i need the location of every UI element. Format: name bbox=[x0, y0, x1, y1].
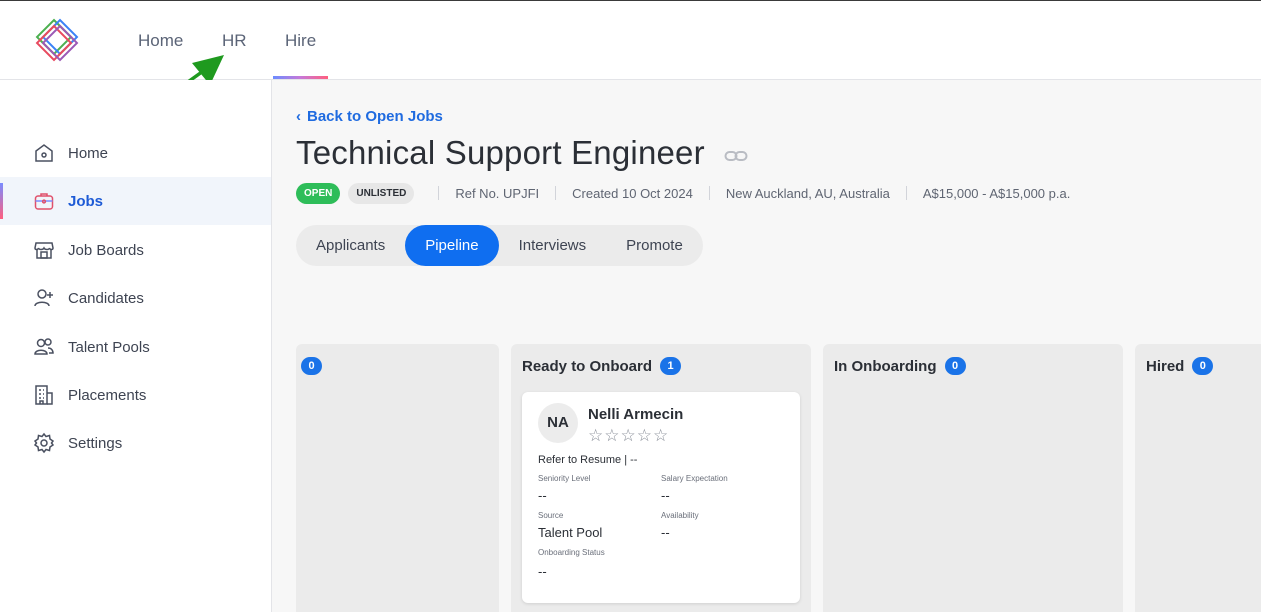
column-count-badge: 0 bbox=[1192, 357, 1214, 375]
briefcase-icon bbox=[34, 193, 54, 210]
status-badge: OPEN bbox=[296, 182, 341, 204]
ref-number: Ref No. UPJFI bbox=[455, 185, 540, 201]
job-meta-row: OPEN UNLISTED Ref No. UPJFI Created 10 O… bbox=[296, 181, 1070, 205]
candidate-name: Nelli Armecin bbox=[588, 406, 684, 423]
active-nav-underline bbox=[273, 76, 328, 79]
home-icon bbox=[35, 144, 53, 162]
sidebar-item-label: Talent Pools bbox=[68, 338, 150, 356]
divider bbox=[905, 186, 907, 200]
main-content: ‹ Back to Open Jobs Technical Support Eng… bbox=[272, 80, 1261, 612]
column-title: Ready to Onboard bbox=[522, 357, 653, 375]
resume-note: Refer to Resume | -- bbox=[538, 454, 638, 466]
job-tabs: Applicants Pipeline Interviews Promote bbox=[296, 225, 703, 266]
column-header: 0 bbox=[301, 357, 322, 375]
star-rating[interactable]: ☆☆☆☆☆ bbox=[588, 426, 669, 446]
pipeline-column-in-onboarding: In Onboarding 0 bbox=[823, 344, 1123, 612]
salary-expectation-value: -- bbox=[661, 488, 670, 503]
column-header: Ready to Onboard 1 bbox=[522, 357, 682, 375]
sidebar-item-settings[interactable]: Settings bbox=[0, 419, 271, 467]
column-count-badge: 1 bbox=[660, 357, 682, 375]
seniority-label: Seniority Level bbox=[538, 474, 591, 483]
tab-promote[interactable]: Promote bbox=[606, 225, 703, 266]
source-label: Source bbox=[538, 511, 564, 520]
storefront-icon bbox=[34, 242, 54, 259]
column-count-badge: 0 bbox=[301, 357, 322, 375]
tab-applicants[interactable]: Applicants bbox=[296, 225, 405, 266]
job-location: New Auckland, AU, Australia bbox=[725, 185, 890, 201]
topnav-home[interactable]: Home bbox=[138, 31, 183, 51]
sidebar-item-job-boards[interactable]: Job Boards bbox=[0, 226, 271, 274]
column-count-badge: 0 bbox=[944, 357, 966, 375]
visibility-badge: UNLISTED bbox=[348, 182, 415, 204]
sidebar-item-label: Jobs bbox=[68, 192, 104, 210]
sidebar-item-label: Job Boards bbox=[68, 241, 144, 259]
chevron-left-icon: ‹ bbox=[296, 108, 301, 125]
back-to-open-jobs-link[interactable]: ‹ Back to Open Jobs bbox=[296, 108, 443, 125]
pipeline-column: 0 bbox=[296, 344, 499, 612]
created-date: Created 10 Oct 2024 bbox=[572, 185, 693, 201]
availability-value: -- bbox=[661, 525, 670, 540]
users-icon bbox=[34, 338, 54, 355]
divider bbox=[555, 186, 557, 200]
sidebar-item-home[interactable]: Home bbox=[0, 129, 271, 177]
gear-icon bbox=[33, 432, 55, 454]
salary-expectation-label: Salary Expectation bbox=[661, 474, 728, 483]
sidebar-item-talent-pools[interactable]: Talent Pools bbox=[0, 323, 271, 371]
source-value: Talent Pool bbox=[538, 525, 603, 540]
sidebar-item-label: Placements bbox=[68, 386, 147, 404]
page-title: Technical Support Engineer bbox=[296, 134, 705, 171]
sidebar-item-label: Home bbox=[68, 144, 109, 162]
divider bbox=[708, 186, 710, 200]
sidebar-item-placements[interactable]: Placements bbox=[0, 371, 271, 419]
pipeline-column-hired: Hired 0 bbox=[1135, 344, 1261, 612]
job-salary: A$15,000 - A$15,000 p.a. bbox=[922, 185, 1071, 201]
candidate-card[interactable]: NA Nelli Armecin ☆☆☆☆☆ Refer to Resume |… bbox=[522, 392, 800, 603]
onboarding-status-value: -- bbox=[538, 564, 547, 579]
sidebar-item-jobs[interactable]: Jobs bbox=[0, 177, 271, 225]
add-user-icon bbox=[34, 289, 53, 307]
column-header: Hired 0 bbox=[1146, 357, 1214, 375]
divider bbox=[438, 186, 440, 200]
building-icon bbox=[35, 385, 53, 405]
sidebar-item-label: Settings bbox=[68, 434, 123, 452]
tab-interviews[interactable]: Interviews bbox=[499, 225, 607, 266]
logo-icon[interactable] bbox=[34, 17, 80, 63]
sidebar-item-candidates[interactable]: Candidates bbox=[0, 274, 271, 322]
topnav-hr[interactable]: HR bbox=[222, 31, 247, 51]
tab-pipeline[interactable]: Pipeline bbox=[405, 225, 499, 266]
seniority-value: -- bbox=[538, 488, 547, 503]
availability-label: Availability bbox=[661, 511, 699, 520]
topnav-hire[interactable]: Hire bbox=[285, 31, 316, 51]
column-header: In Onboarding 0 bbox=[834, 357, 966, 375]
pipeline-column-ready-to-onboard: Ready to Onboard 1 NA Nelli Armecin ☆☆☆☆… bbox=[511, 344, 811, 612]
sidebar: Home Jobs Job Boards Candidates Talent P… bbox=[0, 80, 272, 612]
link-icon[interactable] bbox=[724, 148, 748, 164]
app-window: Home HR Hire Home Jobs Job Boards Candid… bbox=[0, 0, 1261, 612]
sidebar-item-label: Candidates bbox=[68, 289, 144, 307]
back-link-label: Back to Open Jobs bbox=[307, 108, 443, 125]
column-title: Hired bbox=[1146, 357, 1185, 375]
onboarding-status-label: Onboarding Status bbox=[538, 548, 605, 557]
top-bar: Home HR Hire bbox=[0, 1, 1261, 80]
column-title: In Onboarding bbox=[834, 357, 937, 375]
avatar: NA bbox=[538, 403, 578, 443]
